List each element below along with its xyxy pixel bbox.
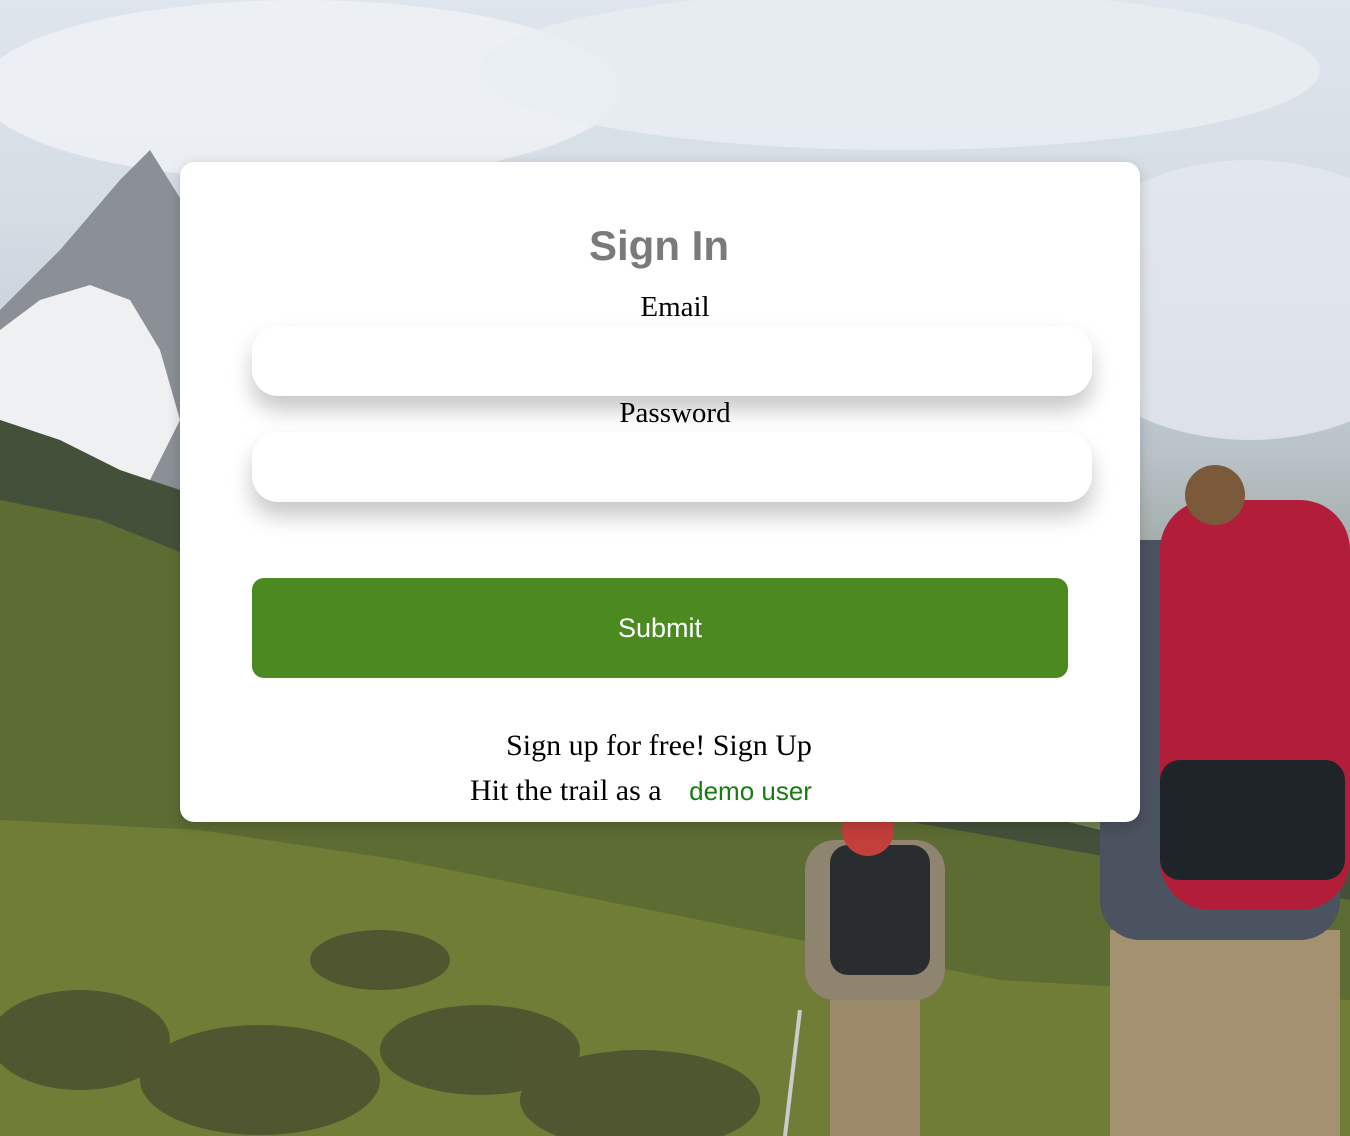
page-title: Sign In — [589, 222, 729, 269]
password-field[interactable] — [252, 432, 1092, 502]
password-label: Password — [619, 397, 731, 429]
demo-prompt-line: Hit the trail as a demo user — [470, 772, 812, 810]
signup-prompt-text: Sign up for free! — [506, 729, 706, 762]
email-label: Email — [640, 291, 710, 323]
demo-prompt-text: Hit the trail as a — [470, 774, 662, 807]
submit-button[interactable]: Submit — [252, 578, 1068, 678]
signup-prompt-line: Sign up for free! Sign Up — [0, 727, 1318, 765]
email-field[interactable] — [252, 326, 1092, 396]
demo-user-link[interactable]: demo user — [689, 776, 812, 806]
signup-link[interactable]: Sign Up — [713, 729, 812, 762]
